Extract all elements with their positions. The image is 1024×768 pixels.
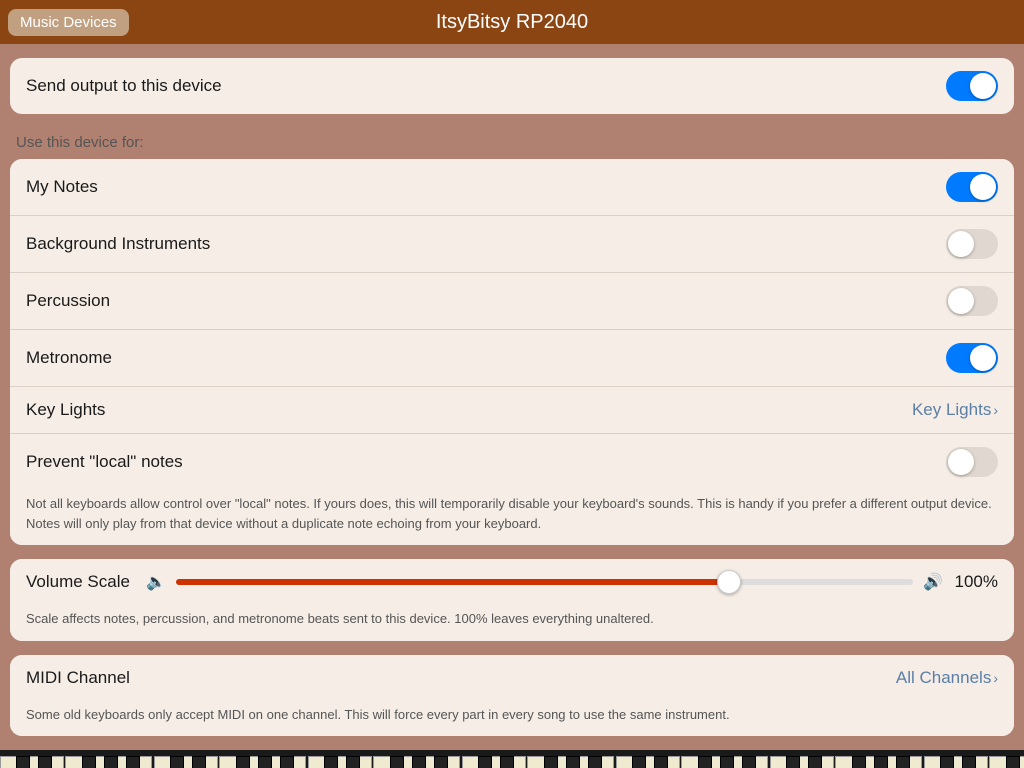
use-device-section-label: Use this device for: (10, 128, 1014, 157)
black-key[interactable] (280, 756, 294, 768)
send-output-row: Send output to this device (10, 58, 1014, 114)
metronome-toggle[interactable] (946, 343, 998, 373)
black-key[interactable] (412, 756, 426, 768)
black-key[interactable] (896, 756, 910, 768)
volume-slider-fill (176, 579, 729, 585)
octave-4: C5 (616, 756, 770, 768)
black-key[interactable] (632, 756, 646, 768)
percussion-label: Percussion (26, 291, 110, 311)
volume-card: Volume Scale 🔈 🔊 100% Scale affects note… (10, 559, 1014, 641)
main-content: Send output to this device Use this devi… (0, 44, 1024, 768)
key-lights-nav[interactable]: Key Lights › (912, 400, 998, 420)
metronome-label: Metronome (26, 348, 112, 368)
header: Music Devices ItsyBitsy RP2040 (0, 0, 1024, 44)
black-key[interactable] (874, 756, 888, 768)
octave-5: C6 (770, 756, 924, 768)
volume-high-icon: 🔊 (923, 572, 943, 592)
black-key[interactable] (434, 756, 448, 768)
send-output-card: Send output to this device (10, 58, 1014, 114)
midi-channel-card: MIDI Channel All Channels › Some old key… (10, 655, 1014, 737)
black-key[interactable] (346, 756, 360, 768)
midi-channel-subtext: Some old keyboards only accept MIDI on o… (10, 701, 1014, 737)
midi-channel-chevron-icon: › (993, 670, 998, 686)
black-key[interactable] (544, 756, 558, 768)
key-lights-nav-label: Key Lights (912, 400, 991, 420)
volume-low-icon: 🔈 (146, 572, 166, 592)
black-key[interactable] (170, 756, 184, 768)
volume-percent: 100% (953, 572, 998, 592)
black-key[interactable] (324, 756, 338, 768)
volume-slider-area: 🔈 🔊 (146, 572, 943, 592)
octave-0: C1 (0, 756, 154, 768)
midi-channel-nav[interactable]: All Channels › (896, 668, 998, 688)
black-key[interactable] (258, 756, 272, 768)
midi-channel-label: MIDI Channel (26, 668, 130, 688)
black-key[interactable] (588, 756, 602, 768)
my-notes-row: My Notes (10, 159, 1014, 215)
background-instruments-toggle[interactable] (946, 229, 998, 259)
black-key[interactable] (16, 756, 30, 768)
percussion-toggle[interactable] (946, 286, 998, 316)
prevent-local-toggle[interactable] (946, 447, 998, 477)
octave-2: C3 (308, 756, 462, 768)
black-key[interactable] (566, 756, 580, 768)
midi-channel-value: All Channels (896, 668, 991, 688)
black-key[interactable] (390, 756, 404, 768)
my-notes-label: My Notes (26, 177, 98, 197)
page-title: ItsyBitsy RP2040 (436, 11, 588, 34)
octave-1: C2 (154, 756, 308, 768)
volume-slider-thumb[interactable] (717, 570, 741, 594)
prevent-local-subtext: Not all keyboards allow control over "lo… (10, 490, 1014, 545)
black-key[interactable] (82, 756, 96, 768)
black-key[interactable] (104, 756, 118, 768)
black-key[interactable] (236, 756, 250, 768)
volume-label: Volume Scale (26, 572, 136, 592)
black-key[interactable] (940, 756, 954, 768)
octave-3: C4 (462, 756, 616, 768)
black-key[interactable] (1006, 756, 1020, 768)
key-lights-label: Key Lights (26, 400, 105, 420)
percussion-row: Percussion (10, 272, 1014, 329)
send-output-label: Send output to this device (26, 76, 222, 96)
black-key[interactable] (808, 756, 822, 768)
black-key[interactable] (698, 756, 712, 768)
black-key[interactable] (654, 756, 668, 768)
piano-container: C1C2C3C4C5C6C7C8 (0, 750, 1024, 768)
black-key[interactable] (786, 756, 800, 768)
octave-6: C7 (924, 756, 1024, 768)
black-key[interactable] (192, 756, 206, 768)
key-lights-row[interactable]: Key Lights Key Lights › (10, 386, 1014, 433)
black-key[interactable] (500, 756, 514, 768)
prevent-local-row: Prevent "local" notes (10, 433, 1014, 490)
my-notes-toggle[interactable] (946, 172, 998, 202)
use-device-card: My Notes Background Instruments Percussi… (10, 159, 1014, 545)
black-key[interactable] (962, 756, 976, 768)
black-key[interactable] (38, 756, 52, 768)
metronome-row: Metronome (10, 329, 1014, 386)
black-key[interactable] (478, 756, 492, 768)
background-instruments-label: Background Instruments (26, 234, 210, 254)
send-output-toggle[interactable] (946, 71, 998, 101)
prevent-local-label: Prevent "local" notes (26, 452, 183, 472)
volume-slider-track[interactable] (176, 579, 913, 585)
midi-channel-row[interactable]: MIDI Channel All Channels › (10, 655, 1014, 701)
black-key[interactable] (126, 756, 140, 768)
key-lights-chevron-icon: › (993, 402, 998, 418)
black-key[interactable] (742, 756, 756, 768)
black-key[interactable] (852, 756, 866, 768)
volume-row: Volume Scale 🔈 🔊 100% (10, 559, 1014, 605)
volume-subtext: Scale affects notes, percussion, and met… (10, 605, 1014, 641)
piano-keyboard[interactable]: C1C2C3C4C5C6C7C8 (0, 756, 1024, 768)
background-instruments-row: Background Instruments (10, 215, 1014, 272)
back-button[interactable]: Music Devices (8, 9, 129, 36)
black-key[interactable] (720, 756, 734, 768)
